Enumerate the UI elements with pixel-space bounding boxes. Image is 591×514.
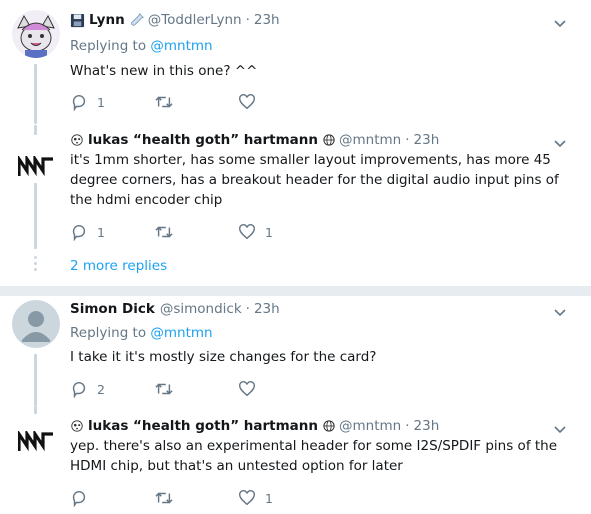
avatar-lukas[interactable] — [12, 418, 60, 466]
like-button[interactable] — [238, 93, 322, 111]
avatar-lynn[interactable] — [12, 10, 60, 58]
alien-icon — [70, 133, 84, 147]
author-handle[interactable]: @ToddlerLynn — [148, 12, 242, 28]
tweet-lynn[interactable]: Lynn @ToddlerLynn · 23h Replying to @mnt… — [0, 0, 591, 125]
tweet-text: yep. there's also an experimental header… — [70, 438, 558, 474]
separator-dot: · — [245, 12, 250, 28]
retweet-icon — [155, 96, 173, 108]
replying-to-label: Replying to — [70, 38, 147, 54]
retweet-icon — [155, 492, 173, 504]
reply-button[interactable]: 1 — [70, 223, 154, 241]
separator-dot: · — [245, 301, 250, 317]
retweet-button[interactable] — [154, 380, 238, 398]
retweet-icon — [155, 226, 173, 238]
default-avatar-image — [12, 300, 60, 348]
reply-icon — [72, 490, 86, 507]
heart-icon — [239, 224, 255, 240]
reply-button[interactable]: 1 — [70, 93, 154, 111]
tweet-actions: 1 1 — [70, 223, 322, 241]
tweet-actions: 1 — [70, 93, 322, 111]
reply-count: 1 — [97, 224, 105, 240]
author-name[interactable]: Lynn — [89, 12, 125, 28]
thread-line — [34, 406, 37, 414]
conversation-divider — [0, 286, 591, 296]
reply-icon — [72, 224, 86, 241]
thread-line — [34, 64, 37, 124]
tweet-header: Lynn @ToddlerLynn · 23h — [70, 12, 280, 28]
tweet-time[interactable]: 23h — [254, 301, 280, 317]
thread-line — [34, 183, 37, 249]
globe-icon — [323, 420, 335, 432]
separator-dot: · — [405, 418, 410, 434]
reply-icon — [72, 94, 86, 111]
retweet-button[interactable] — [154, 93, 238, 111]
heart-icon — [239, 490, 255, 506]
tweet-lukas-1[interactable]: lukas “health goth” hartmann @mntmn · 23… — [0, 125, 591, 253]
chevron-down-icon[interactable] — [553, 422, 567, 436]
tweet-text: What's new in this one? ^^ — [70, 63, 258, 79]
author-handle[interactable]: @mntmn — [339, 418, 401, 434]
tweet-time[interactable]: 23h — [254, 12, 280, 28]
replying-to-label: Replying to — [70, 325, 147, 341]
heart-icon — [239, 381, 255, 397]
replying-to: Replying to @mntmn — [70, 325, 213, 341]
floppy-disk-icon — [70, 13, 85, 28]
thread-dots — [34, 256, 37, 274]
tweet-header: Simon Dick @simondick · 23h — [70, 301, 280, 317]
chevron-down-icon[interactable] — [553, 16, 567, 30]
lynn-avatar-image — [12, 10, 60, 58]
author-handle[interactable]: @simondick — [160, 301, 242, 317]
mnt-logo-image — [18, 156, 53, 177]
retweet-button[interactable] — [154, 223, 238, 241]
author-name[interactable]: lukas “health goth” hartmann — [88, 132, 318, 148]
tweet-time[interactable]: 23h — [414, 132, 440, 148]
author-name[interactable]: lukas “health goth” hartmann — [88, 418, 318, 434]
more-replies-link[interactable]: 2 more replies — [70, 258, 167, 274]
avatar-simon[interactable] — [12, 300, 60, 348]
like-button[interactable] — [238, 380, 322, 398]
retweet-button[interactable] — [154, 489, 238, 507]
thread-line — [34, 125, 37, 135]
separator-dot: · — [405, 132, 410, 148]
retweet-icon — [155, 383, 173, 395]
reply-button[interactable]: 2 — [70, 380, 154, 398]
reply-count: 1 — [97, 94, 105, 110]
reply-button[interactable] — [70, 489, 154, 507]
like-button[interactable]: 1 — [238, 489, 322, 507]
author-handle[interactable]: @mntmn — [339, 132, 401, 148]
like-count: 1 — [265, 224, 273, 240]
tweet-actions: 1 — [70, 489, 322, 507]
chevron-down-icon[interactable] — [553, 136, 567, 150]
reply-icon — [72, 381, 86, 398]
reply-count: 2 — [97, 381, 105, 397]
alien-icon — [70, 419, 84, 433]
tweet-time[interactable]: 23h — [414, 418, 440, 434]
tweet-simon[interactable]: Simon Dick @simondick · 23h Replying to … — [0, 296, 591, 406]
tweet-actions: 2 — [70, 380, 322, 398]
like-button[interactable]: 1 — [238, 223, 322, 241]
heart-icon — [239, 94, 255, 110]
replying-to-mention[interactable]: @mntmn — [150, 38, 212, 54]
tweet-text: it's 1mm shorter, has some smaller layou… — [70, 152, 559, 208]
baby-bottle-icon — [130, 13, 144, 27]
tweet-text: I take it it's mostly size changes for t… — [70, 349, 377, 365]
replying-to: Replying to @mntmn — [70, 38, 213, 54]
tweet-lukas-2[interactable]: lukas “health goth” hartmann @mntmn · 23… — [0, 406, 591, 514]
tweet-header: lukas “health goth” hartmann @mntmn · 23… — [70, 132, 439, 148]
thread-line — [34, 354, 37, 406]
mnt-logo-image — [18, 431, 53, 452]
chevron-down-icon[interactable] — [553, 305, 567, 319]
replying-to-mention[interactable]: @mntmn — [150, 325, 212, 341]
globe-icon — [323, 134, 335, 146]
tweet-header: lukas “health goth” hartmann @mntmn · 23… — [70, 418, 439, 434]
author-name[interactable]: Simon Dick — [70, 301, 155, 317]
like-count: 1 — [265, 490, 273, 506]
